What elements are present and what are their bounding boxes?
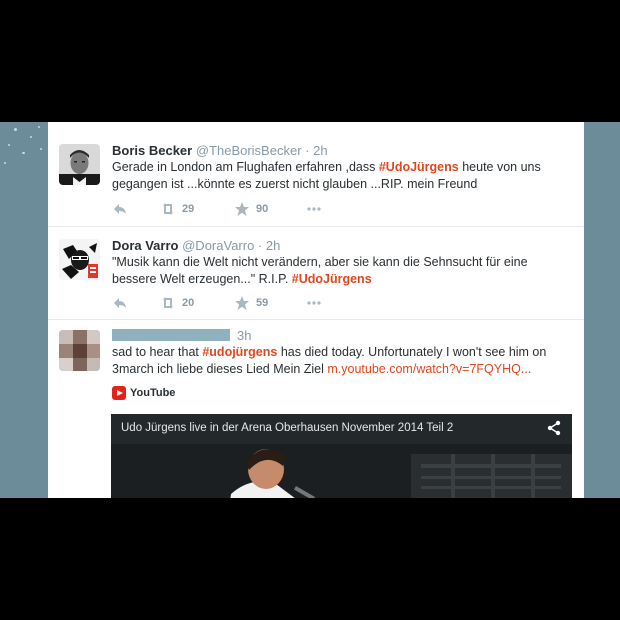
reply-button[interactable] bbox=[112, 201, 128, 217]
youtube-icon bbox=[112, 386, 126, 400]
avatar[interactable] bbox=[59, 144, 100, 185]
more-button[interactable] bbox=[306, 295, 322, 311]
hashtag-link[interactable]: #UdoJürgens bbox=[292, 272, 372, 286]
card-source[interactable]: YouTube bbox=[112, 386, 175, 400]
timestamp[interactable]: · 2h bbox=[258, 238, 280, 253]
more-icon bbox=[307, 207, 321, 211]
favorite-count: 90 bbox=[256, 203, 269, 215]
user-handle[interactable]: @TheBorisBecker bbox=[196, 143, 302, 158]
display-name[interactable]: Dora Varro bbox=[112, 238, 178, 253]
user-handle[interactable]: @DoraVarro bbox=[182, 238, 254, 253]
screenshot-frame: Boris Becker @TheBorisBecker · 2h Gerade… bbox=[0, 0, 620, 620]
timestamp[interactable]: 3h bbox=[237, 328, 251, 343]
more-button[interactable] bbox=[306, 201, 322, 217]
retweet-count: 20 bbox=[182, 297, 195, 309]
star-icon bbox=[235, 202, 249, 216]
tweet-text-part: sad to hear that bbox=[112, 345, 203, 359]
tweet-text: "Musik kann die Welt nicht verändern, ab… bbox=[112, 254, 572, 288]
retweet-count: 29 bbox=[182, 203, 195, 215]
hashtag-link[interactable]: #UdoJürgens bbox=[379, 160, 459, 174]
star-icon bbox=[235, 296, 249, 310]
tweet-text: sad to hear that #udojürgens has died to… bbox=[112, 344, 552, 378]
reply-button[interactable] bbox=[112, 295, 128, 311]
redacted-name bbox=[112, 329, 230, 341]
avatar-blurred[interactable] bbox=[59, 330, 100, 371]
share-icon[interactable] bbox=[546, 420, 562, 436]
more-icon bbox=[307, 301, 321, 305]
tweet-text: Gerade in London am Flughafen erfahren ,… bbox=[112, 159, 572, 193]
reply-icon bbox=[114, 204, 126, 214]
video-title[interactable]: Udo Jürgens live in der Arena Oberhausen… bbox=[121, 422, 453, 434]
card-source-label: YouTube bbox=[130, 387, 176, 399]
video-player[interactable]: Udo Jürgens live in der Arena Oberhausen… bbox=[111, 414, 572, 498]
tweet-header: Dora Varro @DoraVarro · 2h bbox=[112, 238, 280, 253]
tweet-header: Boris Becker @TheBorisBecker · 2h bbox=[112, 143, 328, 158]
timestamp[interactable]: · 2h bbox=[305, 143, 327, 158]
favorite-button[interactable]: 59 bbox=[234, 295, 268, 311]
tweet-item[interactable]: Boris Becker @TheBorisBecker · 2h Gerade… bbox=[48, 122, 584, 227]
tweet-item[interactable]: 3h sad to hear that #udojürgens has died… bbox=[48, 320, 584, 498]
retweet-icon bbox=[163, 297, 173, 309]
display-name[interactable]: Boris Becker bbox=[112, 143, 192, 158]
tweet-item[interactable]: Dora Varro @DoraVarro · 2h "Musik kann d… bbox=[48, 227, 584, 320]
avatar[interactable] bbox=[59, 239, 100, 280]
youtube-link[interactable]: m.youtube.com/watch?v=7FQYHQ... bbox=[327, 362, 531, 376]
retweet-button[interactable]: 20 bbox=[160, 295, 194, 311]
tweet-text-part: Gerade in London am Flughafen erfahren ,… bbox=[112, 160, 379, 174]
favorite-count: 59 bbox=[256, 297, 269, 309]
retweet-icon bbox=[163, 203, 173, 215]
retweet-button[interactable]: 29 bbox=[160, 201, 194, 217]
reply-icon bbox=[114, 298, 126, 308]
timeline: Boris Becker @TheBorisBecker · 2h Gerade… bbox=[48, 122, 584, 498]
hashtag-link[interactable]: #udojürgens bbox=[202, 345, 277, 359]
favorite-button[interactable]: 90 bbox=[234, 201, 268, 217]
